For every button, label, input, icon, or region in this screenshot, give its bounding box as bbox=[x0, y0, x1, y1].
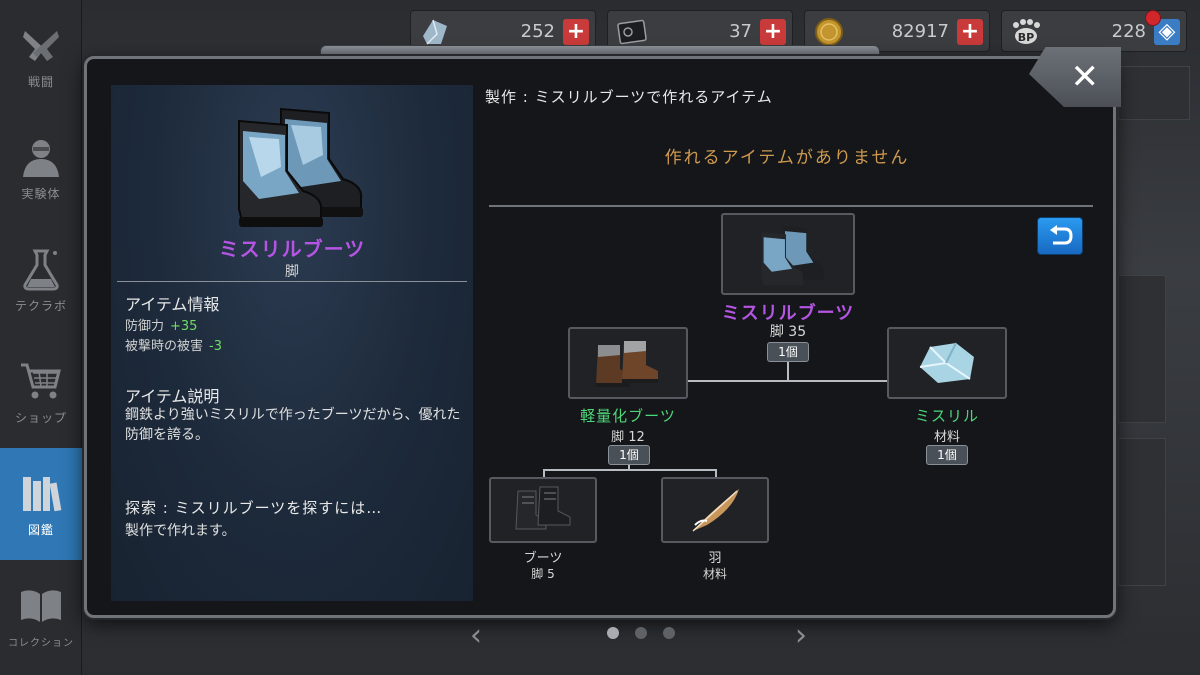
item-name: ミスリルブーツ bbox=[218, 237, 366, 261]
tree-connector bbox=[543, 469, 717, 471]
search-title: 探索 : ミスリルブーツを探すには… bbox=[125, 499, 383, 517]
tree-node-sub: 脚 12 bbox=[611, 430, 645, 445]
item-description: 鋼鉄より強いミスリルで作ったブーツだから、優れた防御を誇る。 bbox=[125, 407, 461, 443]
cart-icon bbox=[21, 363, 61, 398]
stat-defense: 防御力 +35 bbox=[125, 315, 197, 334]
stat-label: 被撃時の被害 bbox=[125, 339, 204, 354]
sidebar-item-characters[interactable]: 実験体 bbox=[0, 112, 82, 224]
stat-value: -3 bbox=[209, 339, 222, 354]
tree-node-sub: 脚 5 bbox=[531, 567, 555, 581]
add-ticket-button[interactable]: + bbox=[760, 19, 786, 45]
light-boots-image bbox=[596, 341, 658, 387]
quantity-badge: 1個 bbox=[926, 445, 968, 465]
item-detail-dialog: ✕ ミスリルブーツ 脚 アイテム情報 防御力 +35 被撃時の被害 -3 アイテ… bbox=[84, 47, 1121, 618]
mithril-boots-image bbox=[238, 107, 363, 227]
tree-node-name: ブーツ bbox=[523, 551, 563, 566]
sidebar-item-encyclopedia[interactable]: 図鑑 bbox=[0, 448, 82, 560]
quantity-badge: 1個 bbox=[767, 342, 809, 362]
ticket-icon bbox=[617, 19, 647, 45]
tree-node-name: ミスリル bbox=[914, 407, 979, 425]
tree-node-sub: 材料 bbox=[933, 430, 960, 445]
add-crystal-button[interactable]: + bbox=[563, 19, 589, 45]
crystal-icon bbox=[423, 19, 447, 45]
notification-badge bbox=[1145, 10, 1161, 26]
prev-page-arrow[interactable]: ‹ bbox=[470, 618, 482, 653]
sidebar-item-label: コレクション bbox=[8, 637, 74, 649]
page-dot[interactable] bbox=[663, 627, 675, 639]
sidebar-item-label: 戦闘 bbox=[27, 74, 54, 89]
stat-value: +35 bbox=[170, 319, 198, 334]
resource-value: 82917 bbox=[891, 20, 949, 42]
coin-icon bbox=[815, 18, 843, 46]
sidebar-item-techlab[interactable]: テクラボ bbox=[0, 224, 82, 336]
tree-node-root[interactable] bbox=[721, 213, 855, 295]
close-icon: ✕ bbox=[1070, 57, 1100, 97]
sidebar-item-label: テクラボ bbox=[14, 298, 67, 313]
divider bbox=[117, 281, 467, 282]
sidebar-item-label: 図鑑 bbox=[27, 522, 54, 537]
background-panel bbox=[1118, 438, 1166, 586]
mithril-boots-image bbox=[761, 226, 824, 285]
next-page-arrow[interactable]: › bbox=[795, 618, 807, 653]
black-boots-image bbox=[515, 486, 571, 530]
resource-value: 228 bbox=[1111, 20, 1146, 42]
resource-value: 252 bbox=[520, 20, 555, 42]
sidebar-item-shop[interactable]: ショップ bbox=[0, 336, 82, 448]
no-craftable-message: 作れるアイテムがありません bbox=[664, 148, 910, 168]
game-screen: { "sidebar": { "items": [ {"label": "戦闘"… bbox=[0, 0, 1200, 675]
tree-node-name: 羽 bbox=[708, 551, 722, 566]
sidebar-item-label: 実験体 bbox=[21, 186, 61, 201]
item-category: 脚 bbox=[285, 264, 299, 280]
page-dot[interactable] bbox=[635, 627, 647, 639]
close-button[interactable]: ✕ bbox=[1029, 47, 1121, 107]
background-panel bbox=[1118, 275, 1166, 423]
tree-node-name: 軽量化ブーツ bbox=[580, 407, 676, 425]
tree-node-mithril[interactable] bbox=[887, 327, 1007, 399]
tree-node-light-boots[interactable] bbox=[568, 327, 688, 399]
crossed-guns-icon bbox=[23, 30, 59, 61]
tree-node-boots[interactable] bbox=[489, 477, 597, 543]
divider bbox=[489, 205, 1093, 207]
quantity-badge: 1個 bbox=[608, 445, 650, 465]
open-book-icon bbox=[21, 589, 61, 622]
resource-value: 37 bbox=[729, 20, 752, 42]
tree-node-sub: 脚 35 bbox=[769, 324, 807, 340]
item-info-title: アイテム情報 bbox=[125, 295, 220, 314]
svg-text:BP: BP bbox=[1018, 31, 1034, 44]
tree-node-sub: 材料 bbox=[702, 567, 727, 581]
undo-arrow-icon bbox=[1050, 225, 1073, 245]
background-panel bbox=[1118, 66, 1190, 120]
feather-image bbox=[692, 489, 739, 532]
item-info-panel: ミスリルブーツ 脚 アイテム情報 防御力 +35 被撃時の被害 -3 アイテム説明 … bbox=[111, 85, 473, 601]
add-coin-button[interactable]: + bbox=[957, 19, 983, 45]
sidebar-item-collection[interactable]: コレクション bbox=[0, 560, 82, 672]
stat-damage-taken: 被撃時の被害 -3 bbox=[125, 335, 222, 354]
flask-icon bbox=[23, 249, 59, 290]
sidebar-item-label: ショップ bbox=[14, 410, 67, 425]
mithril-ore-image bbox=[919, 342, 974, 383]
search-text: 製作で作れます。 bbox=[125, 523, 236, 539]
tree-connector bbox=[687, 380, 887, 382]
character-icon bbox=[23, 139, 59, 177]
back-button[interactable] bbox=[1037, 217, 1083, 255]
bp-paw-icon: BP bbox=[1013, 19, 1040, 44]
books-icon bbox=[23, 476, 62, 511]
sidebar: 戦闘 実験体 テクラボ ショップ 図鑑 コレクション bbox=[0, 0, 82, 675]
tree-node-feather[interactable] bbox=[661, 477, 769, 543]
stat-label: 防御力 bbox=[125, 319, 165, 334]
sidebar-item-battle[interactable]: 戦闘 bbox=[0, 0, 82, 112]
page-dot[interactable] bbox=[607, 627, 619, 639]
item-description-title: アイテム説明 bbox=[125, 387, 220, 406]
crafting-header: 製作 : ミスリルブーツで作れるアイテム bbox=[485, 88, 773, 106]
